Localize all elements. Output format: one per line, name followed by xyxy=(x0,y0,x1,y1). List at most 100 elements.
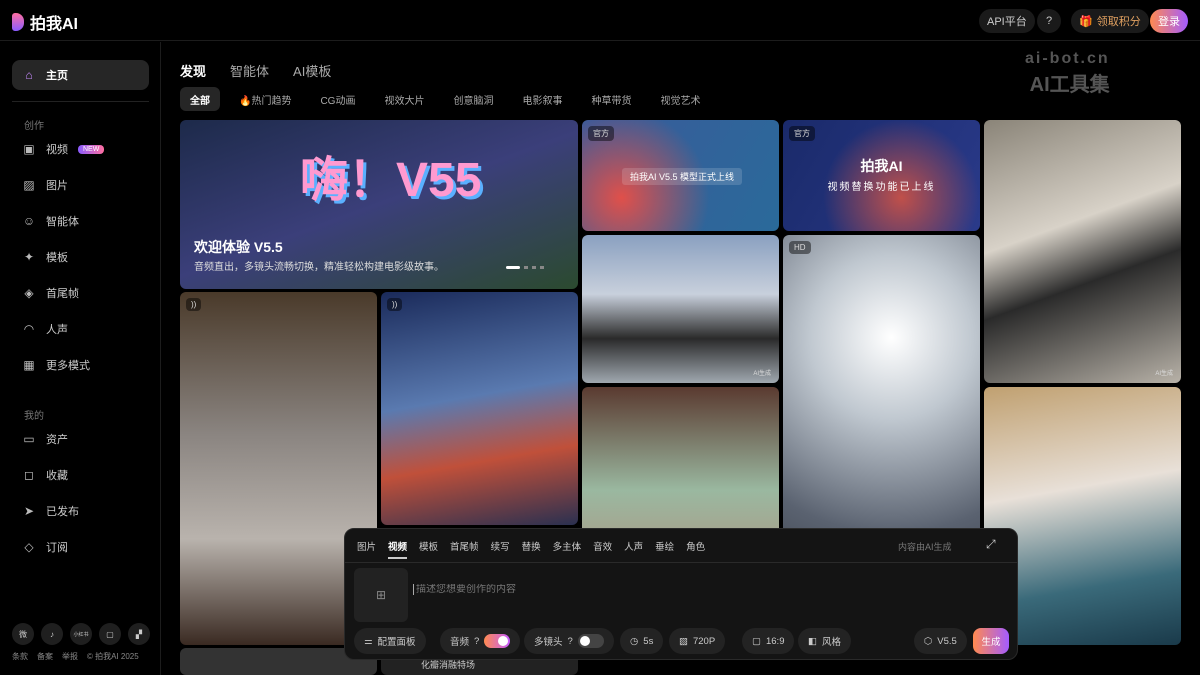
xiaohongshu-icon[interactable]: 小红书 xyxy=(70,623,92,645)
chip-visual-art[interactable]: 视觉艺术 xyxy=(650,87,710,111)
image-icon: ▨ xyxy=(22,178,36,192)
folder-icon: ▭ xyxy=(22,432,36,446)
feed-card-portrait[interactable]: AI生成 xyxy=(582,235,779,383)
mode-voice[interactable]: 人声 xyxy=(624,539,643,559)
mode-character[interactable]: 角色 xyxy=(686,539,705,559)
new-badge: NEW xyxy=(78,145,104,154)
generate-button[interactable]: 生成 xyxy=(973,628,1009,654)
report-link[interactable]: 举报 xyxy=(62,651,78,662)
top-bar: 拍我AI API平台 ? 🎁领取积分 登录 xyxy=(0,0,1200,41)
diamond-icon: ◇ xyxy=(22,540,36,554)
mode-template[interactable]: 模板 xyxy=(419,539,438,559)
footer-links: 条款 备案 举报 © 拍我AI 2025 xyxy=(12,651,139,662)
audio-icon: )) xyxy=(186,298,201,311)
terms-link[interactable]: 条款 xyxy=(12,651,28,662)
bilibili-icon[interactable]: ▢ xyxy=(99,623,121,645)
card-title: 视频替换功能已上线 xyxy=(783,178,980,193)
community-icon[interactable]: ▞ xyxy=(128,623,150,645)
feed-card-video-replace[interactable]: 官方 拍我AI 视频替换功能已上线 xyxy=(783,120,980,231)
help-icon: ? xyxy=(568,636,573,647)
chip-vfx[interactable]: 视效大片 xyxy=(374,87,434,111)
frame-icon: ◈ xyxy=(22,286,36,300)
style-select[interactable]: ◧风格 xyxy=(798,628,851,654)
icp-link[interactable]: 备案 xyxy=(37,651,53,662)
sidebar-item-more-modes[interactable]: ▦更多模式 xyxy=(12,350,149,380)
sidebar-item-video[interactable]: ▣视频NEW xyxy=(12,134,149,164)
mode-video[interactable]: 视频 xyxy=(388,539,407,559)
hd-badge: HD xyxy=(789,241,811,254)
hero-banner[interactable]: 嗨！V55 欢迎体验 V5.5 音频直出，多镜头流畅切换，精准轻松构建电影级故事… xyxy=(180,120,578,289)
help-icon: ? xyxy=(474,636,479,647)
feed-card-v55-launch[interactable]: 官方 拍我AI V5.5 模型正式上线 xyxy=(582,120,779,231)
chip-trending[interactable]: 🔥热门趋势 xyxy=(229,87,301,111)
mode-continue[interactable]: 续写 xyxy=(491,539,510,559)
card-title: 拍我AI V5.5 模型正式上线 xyxy=(622,168,742,185)
prompt-input[interactable] xyxy=(413,584,973,595)
multishot-switch[interactable] xyxy=(578,634,604,648)
sidebar: ⌂主页 创作 ▣视频NEW ▨图片 ☺智能体 ✦模板 ◈首尾帧 ◠人声 ▦更多模… xyxy=(0,42,161,675)
wechat-icon[interactable]: 微 xyxy=(12,623,34,645)
douyin-icon[interactable]: ♪ xyxy=(41,623,63,645)
card-logo-text: 拍我AI xyxy=(783,156,980,176)
chip-commerce[interactable]: 种草带货 xyxy=(581,87,641,111)
multishot-toggle[interactable]: 多镜头? xyxy=(524,628,614,654)
send-icon: ➤ xyxy=(22,504,36,518)
lips-icon: ◠ xyxy=(22,322,36,336)
sidebar-item-assets[interactable]: ▭资产 xyxy=(12,424,149,454)
main-tabs: 发现 智能体 AI模板 xyxy=(180,61,331,80)
mode-sound-effect[interactable]: 音效 xyxy=(593,539,612,559)
add-image-icon: ⊞ xyxy=(376,588,386,602)
sidebar-item-home[interactable]: ⌂主页 xyxy=(12,60,149,90)
resolution-icon: ▧ xyxy=(679,636,688,647)
audio-toggle[interactable]: 音频? xyxy=(440,628,520,654)
logo-icon xyxy=(12,13,24,31)
clock-icon: ◷ xyxy=(630,636,638,647)
mode-first-last-frame[interactable]: 首尾帧 xyxy=(450,539,479,559)
chip-all[interactable]: 全部 xyxy=(180,87,220,111)
mode-multi-subject[interactable]: 多主体 xyxy=(553,539,582,559)
resolution-select[interactable]: ▧720P xyxy=(669,628,725,654)
video-icon: ▣ xyxy=(22,142,36,156)
mode-replace[interactable]: 替换 xyxy=(522,539,541,559)
feed-card-cat[interactable]: AI生成 xyxy=(984,120,1181,383)
sidebar-item-favorites[interactable]: ◻收藏 xyxy=(12,460,149,490)
mode-sketch[interactable]: 垂绘 xyxy=(655,539,674,559)
tab-discover[interactable]: 发现 xyxy=(180,61,206,80)
sidebar-item-agent[interactable]: ☺智能体 xyxy=(12,206,149,236)
official-badge: 官方 xyxy=(588,126,614,141)
sidebar-item-voice[interactable]: ◠人声 xyxy=(12,314,149,344)
prompt-composer: 图片 视频 模板 首尾帧 续写 替换 多主体 音效 人声 垂绘 角色 内容由AI… xyxy=(344,528,1018,660)
sidebar-item-published[interactable]: ➤已发布 xyxy=(12,496,149,526)
help-icon[interactable]: ? xyxy=(1037,9,1061,33)
chip-film[interactable]: 电影叙事 xyxy=(512,87,572,111)
expand-icon[interactable]: ⤢ xyxy=(986,537,996,552)
sidebar-item-template[interactable]: ✦模板 xyxy=(12,242,149,272)
ratio-select[interactable]: ▢16:9 xyxy=(742,628,794,654)
audio-switch[interactable] xyxy=(484,634,510,648)
api-platform-button[interactable]: API平台 xyxy=(979,9,1035,33)
tab-ai-templates[interactable]: AI模板 xyxy=(293,61,331,80)
sidebar-item-image[interactable]: ▨图片 xyxy=(12,170,149,200)
ai-generated-note: 内容由AI生成 xyxy=(898,540,952,553)
model-select[interactable]: ⬡V5.5 xyxy=(914,628,967,654)
home-icon: ⌂ xyxy=(22,68,36,82)
get-points-button[interactable]: 🎁领取积分 xyxy=(1071,9,1149,33)
login-button[interactable]: 登录 xyxy=(1150,9,1188,33)
mode-image[interactable]: 图片 xyxy=(357,539,376,559)
official-badge: 官方 xyxy=(789,126,815,141)
copyright: © 拍我AI 2025 xyxy=(87,651,139,662)
carousel-dots[interactable] xyxy=(506,266,544,269)
feed-card-mecha[interactable]: )) xyxy=(381,292,578,525)
upload-image-button[interactable]: ⊞ xyxy=(354,568,408,622)
chip-creative[interactable]: 创意脑洞 xyxy=(443,87,503,111)
config-panel-button[interactable]: ⚌配置面板 xyxy=(354,628,426,654)
sidebar-item-subscription[interactable]: ◇订阅 xyxy=(12,532,149,562)
sidebar-item-first-last-frame[interactable]: ◈首尾帧 xyxy=(12,278,149,308)
tab-agents[interactable]: 智能体 xyxy=(230,61,269,80)
duration-select[interactable]: ◷5s xyxy=(620,628,663,654)
robot-icon: ☺ xyxy=(22,214,36,228)
ratio-icon: ▢ xyxy=(752,636,761,647)
chip-cg[interactable]: CG动画 xyxy=(310,87,365,111)
app-logo[interactable]: 拍我AI xyxy=(12,10,78,34)
divider xyxy=(12,101,149,102)
